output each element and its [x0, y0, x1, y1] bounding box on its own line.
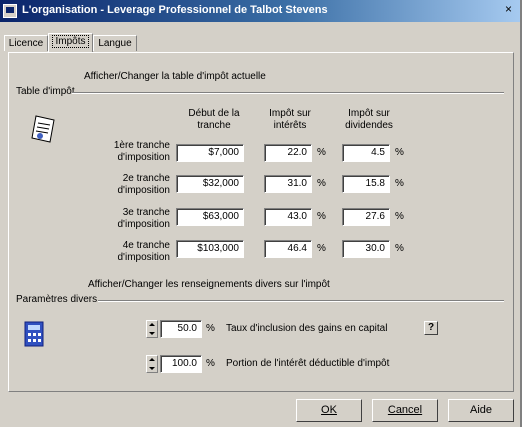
percent-unit: %	[395, 147, 404, 158]
column-header-interest: Impôt sur intérêts	[269, 108, 311, 131]
percent-unit: %	[317, 147, 326, 158]
tab-impots[interactable]: Impôts	[48, 33, 93, 52]
app-icon	[3, 4, 17, 18]
help-button[interactable]: Aide	[448, 399, 514, 422]
tax-bracket-label: 1ère tranche d'imposition	[113, 140, 170, 163]
misc-divider	[98, 300, 504, 302]
misc-hint: Afficher/Changer les renseignements dive…	[88, 279, 330, 290]
interest-tax-field[interactable]: 22.0	[264, 144, 312, 162]
cancel-button[interactable]: Cancel	[372, 399, 438, 422]
tax-bracket-label: 3e tranche d'imposition	[117, 207, 171, 230]
percent-unit: %	[395, 178, 404, 189]
document-icon	[31, 115, 55, 143]
tab-panel-impots	[8, 52, 514, 392]
bracket-start-field[interactable]: $7,000	[176, 144, 244, 162]
dialog-window: L'organisation - Leverage Professionnel …	[0, 0, 522, 427]
tax-table-divider	[72, 92, 504, 94]
percent-unit: %	[395, 243, 404, 254]
deductible-interest-field[interactable]: 100.0	[160, 355, 202, 373]
interest-tax-field[interactable]: 43.0	[264, 208, 312, 226]
calculator-icon	[24, 321, 44, 347]
percent-unit: %	[317, 178, 326, 189]
capital-gains-inclusion-field[interactable]: 50.0	[160, 320, 202, 338]
interest-tax-field[interactable]: 31.0	[264, 175, 312, 193]
misc-group-label: Paramètres divers	[16, 294, 98, 305]
tax-table-hint: Afficher/Changer la table d'impôt actuel…	[84, 71, 266, 82]
bracket-start-field[interactable]: $63,000	[176, 208, 244, 226]
bracket-start-field[interactable]: $32,000	[176, 175, 244, 193]
dividend-tax-field[interactable]: 27.6	[342, 208, 390, 226]
deductible-interest-label: Portion de l'intérêt déductible d'impôt	[226, 358, 390, 369]
percent-unit: %	[206, 358, 215, 369]
percent-unit: %	[317, 211, 326, 222]
percent-unit: %	[206, 323, 215, 334]
ok-button[interactable]: OK	[296, 399, 362, 422]
tax-table-group-label: Table d'impôt	[16, 86, 75, 97]
tax-bracket-label: 4e tranche d'imposition	[117, 240, 171, 263]
column-header-dividend: Impôt sur dividendes	[345, 108, 393, 131]
interest-tax-field[interactable]: 46.4	[264, 240, 312, 258]
close-button[interactable]: ×	[501, 3, 516, 17]
help-icon[interactable]: ?	[424, 321, 438, 335]
dividend-tax-field[interactable]: 15.8	[342, 175, 390, 193]
bracket-start-field[interactable]: $103,000	[176, 240, 244, 258]
title-bar[interactable]: L'organisation - Leverage Professionnel …	[0, 0, 520, 22]
window-title: L'organisation - Leverage Professionnel …	[22, 4, 328, 16]
deductible-interest-spinner[interactable]	[146, 355, 158, 373]
percent-unit: %	[317, 243, 326, 254]
tax-bracket-label: 2e tranche d'imposition	[117, 173, 171, 196]
percent-unit: %	[395, 211, 404, 222]
column-header-start: Début de la tranche	[188, 108, 240, 131]
capital-gains-label: Taux d'inclusion des gains en capital	[226, 323, 388, 334]
capital-gains-spinner[interactable]	[146, 320, 158, 338]
tab-langue[interactable]: Langue	[93, 35, 137, 51]
tab-licence[interactable]: Licence	[4, 35, 48, 51]
dividend-tax-field[interactable]: 30.0	[342, 240, 390, 258]
dividend-tax-field[interactable]: 4.5	[342, 144, 390, 162]
